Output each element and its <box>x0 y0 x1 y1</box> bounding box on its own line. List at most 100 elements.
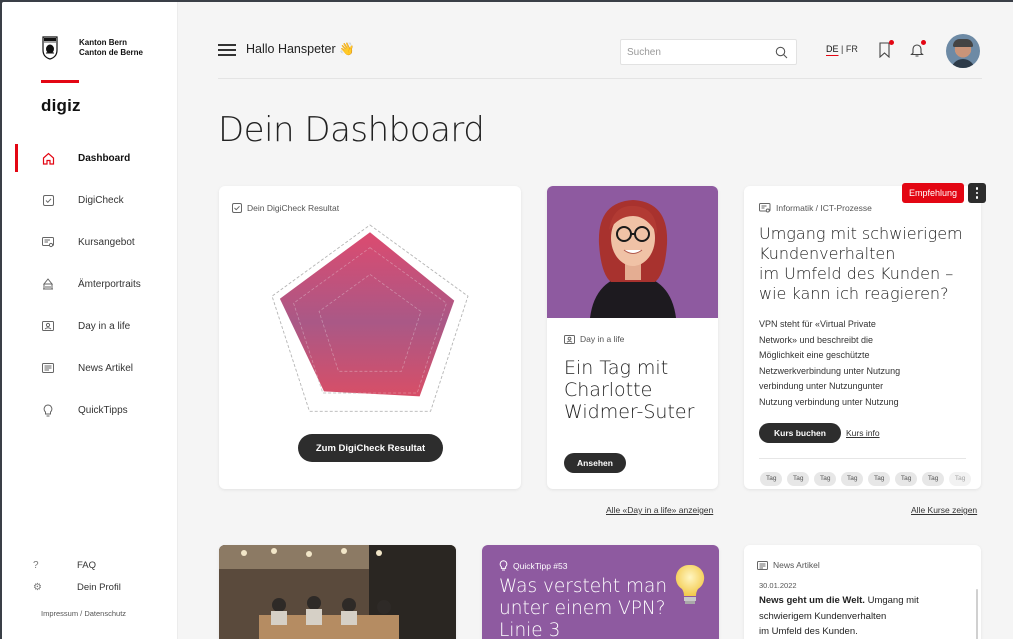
sidebar-item-profil[interactable]: ⚙ Dein Profil <box>2 579 178 595</box>
menu-icon[interactable] <box>218 44 236 56</box>
tag-pill[interactable]: Tag <box>813 472 837 486</box>
card-tag: QuickTipp #53 <box>499 560 568 571</box>
lightbulb-icon <box>41 403 55 417</box>
checkbox-icon <box>232 203 242 213</box>
course-card[interactable]: Informatik / ICT-Prozesse Umgang mit sch… <box>744 186 981 489</box>
canton-name-fr: Canton de Berne <box>79 48 144 57</box>
news-text: schwierigem Kundenverhalten <box>759 610 887 622</box>
kurs-info-link[interactable]: Kurs info <box>846 428 880 438</box>
course-title-line: wie kann ich reagieren? <box>759 284 949 303</box>
lang-de[interactable]: DE <box>826 44 839 54</box>
card-tag: News Artikel <box>757 560 820 570</box>
sidebar-item-label: Ämterportraits <box>78 278 141 290</box>
kurs-buchen-button[interactable]: Kurs buchen <box>759 423 841 443</box>
course-title: Umgang mit schwierigem Kundenverhalten i… <box>759 224 963 304</box>
newspaper-icon <box>757 560 768 570</box>
news-text: Umgang mit <box>864 595 919 606</box>
scrollbar[interactable] <box>976 589 978 639</box>
bookmark-icon[interactable] <box>878 40 894 58</box>
news-card[interactable]: News Artikel 30.01.2022 News geht um die… <box>744 545 981 639</box>
tag-pill[interactable]: Tag <box>894 472 918 486</box>
sidebar-item-aemterportraits[interactable]: Ämterportraits <box>2 271 178 297</box>
course-description-line: verbindung unter Nutzungunter <box>759 381 884 391</box>
sidebar-item-faq[interactable]: ? FAQ <box>2 557 178 573</box>
imprint-link[interactable]: Impressum / Datenschutz <box>41 609 126 618</box>
quicktipp-title-line: Was versteht man <box>499 576 668 597</box>
all-day-in-a-life-link[interactable]: Alle «Day in a life» anzeigen <box>606 505 713 515</box>
lang-separator: | <box>841 44 844 54</box>
avatar[interactable] <box>946 34 980 68</box>
question-icon: ? <box>33 559 39 571</box>
digicheck-card: Dein DigiCheck Resultat Zum DigiCheck Re… <box>219 186 521 489</box>
sidebar-item-digicheck[interactable]: DigiCheck <box>2 187 178 213</box>
search-input[interactable] <box>627 44 767 60</box>
sidebar-item-quicktipps[interactable]: QuickTipps <box>2 397 178 423</box>
office-photo-card[interactable] <box>219 545 456 639</box>
digicheck-result-button[interactable]: Zum DigiCheck Resultat <box>298 434 443 462</box>
course-title-line: Kundenverhalten <box>759 244 896 263</box>
active-indicator <box>15 144 18 172</box>
all-courses-link[interactable]: Alle Kurse zeigen <box>911 505 977 515</box>
sidebar-item-kursangebot[interactable]: Kursangebot <box>2 229 178 255</box>
day-in-a-life-card[interactable]: Day in a life Ein Tag mit Charlotte Widm… <box>547 186 718 489</box>
sidebar-item-dashboard[interactable]: Dashboard <box>2 144 178 172</box>
checkbox-icon <box>41 193 55 207</box>
quicktipp-card[interactable]: QuickTipp #53 Was versteht man unter ein… <box>482 545 719 639</box>
greeting: Hallo Hanspeter 👋 <box>246 42 355 56</box>
card-title-line: Charlotte <box>564 379 653 401</box>
lang-fr[interactable]: FR <box>846 44 858 54</box>
sidebar-item-day-in-a-life[interactable]: Day in a life <box>2 313 178 339</box>
sidebar-item-label: Dein Profil <box>77 581 121 593</box>
course-description-line: VPN steht für «Virtual Private <box>759 319 876 329</box>
app-window: Kanton Bern Canton de Berne digiz Dashbo… <box>2 2 1013 639</box>
course-description-line: Netzwerkverbindung unter Nutzung <box>759 365 901 376</box>
course-description-line: Möglichkeit eine geschützte <box>759 350 870 360</box>
tag-pill[interactable]: Tag <box>921 472 945 486</box>
sidebar-item-label: FAQ <box>77 559 97 571</box>
sidebar-item-news-artikel[interactable]: News Artikel <box>2 355 178 381</box>
course-description: VPN steht für «Virtual Private Network» … <box>759 317 900 410</box>
news-headline: News geht um die Welt. <box>759 595 865 606</box>
card-tag-label: Dein DigiCheck Resultat <box>247 203 340 213</box>
bell-icon[interactable] <box>910 40 926 58</box>
tag-pill[interactable]: Tag <box>760 472 783 486</box>
tag-pill[interactable]: Tag <box>840 472 864 486</box>
card-tag-label: QuickTipp #53 <box>513 560 568 571</box>
notification-dot <box>921 40 926 45</box>
sidebar-item-label: Dashboard <box>78 152 131 164</box>
digicheck-radar-chart <box>271 224 469 412</box>
sidebar-item-label: News Artikel <box>78 362 134 374</box>
certificate-icon <box>41 235 55 249</box>
card-tag: Dein DigiCheck Resultat <box>232 203 339 213</box>
building-icon <box>41 277 55 291</box>
sidebar-item-label: Day in a life <box>78 320 131 332</box>
sidebar-item-label: QuickTipps <box>78 404 128 416</box>
search-icon[interactable] <box>775 46 788 59</box>
course-title-line: im Umfeld des Kunden – <box>759 264 954 283</box>
header-divider <box>218 78 982 79</box>
ansehen-button[interactable]: Ansehen <box>564 453 626 473</box>
id-card-icon <box>564 334 575 344</box>
course-description-line: Network» und beschreibt die <box>759 334 874 345</box>
tag-pill[interactable]: Tag <box>867 472 891 486</box>
certificate-icon <box>759 203 771 213</box>
search-box[interactable] <box>620 39 797 65</box>
empfehlung-badge: Empfehlung <box>902 183 964 203</box>
tag-pill[interactable]: Tag <box>786 472 810 486</box>
quicktipp-title: Was versteht man unter einem VPN? Linie … <box>499 576 667 639</box>
news-text: im Umfeld des Kunden. <box>759 626 858 637</box>
card-title-line: Widmer-Suter <box>564 401 695 423</box>
course-description-line: Nutzung verbindung unter Nutzung <box>759 396 899 407</box>
lightbulb-icon <box>499 560 508 571</box>
sidebar-item-label: DigiCheck <box>78 194 124 206</box>
id-card-icon <box>41 319 55 333</box>
more-options-icon[interactable] <box>968 183 986 203</box>
newspaper-icon <box>41 361 55 375</box>
sidebar: Kanton Bern Canton de Berne digiz Dashbo… <box>2 2 178 639</box>
card-tag: Day in a life <box>564 334 624 344</box>
quicktipp-title-line: Linie 3 <box>499 620 561 639</box>
tag-pill[interactable]: Tag <box>948 472 972 486</box>
language-switcher: DE | FR <box>826 44 858 54</box>
portrait-photo <box>547 186 718 318</box>
course-title-line: Umgang mit schwierigem <box>759 224 963 243</box>
